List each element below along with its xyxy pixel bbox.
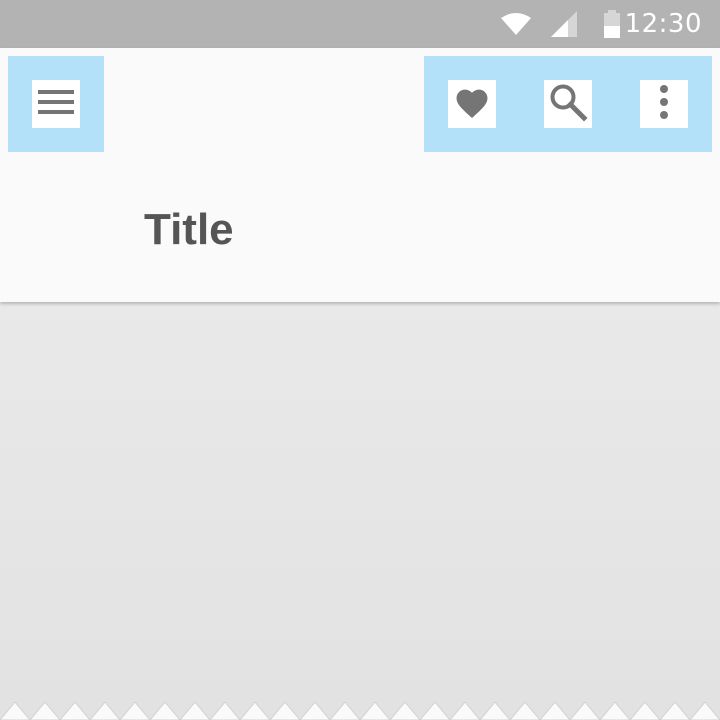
favorite-button[interactable] [448,80,496,128]
battery-icon [602,0,622,48]
actions-touch-area [424,56,712,152]
menu-icon [38,88,74,121]
app-bar: Title [0,48,720,302]
page-title: Title [144,205,234,254]
more-options-button[interactable] [640,80,688,128]
search-button[interactable] [544,80,592,128]
more-vert-icon [659,84,669,124]
cell-signal-icon [550,0,578,48]
phone-screen: 12:30 Title [0,0,720,720]
status-time: 12:30 [624,9,702,39]
heart-icon [453,85,491,124]
status-bar: 12:30 [0,0,720,48]
wifi-icon [500,0,532,48]
content-area [0,305,720,700]
torn-edge-divider [0,701,720,720]
menu-button[interactable] [32,80,80,128]
search-icon [548,82,588,127]
navigation-touch-area [8,56,104,152]
